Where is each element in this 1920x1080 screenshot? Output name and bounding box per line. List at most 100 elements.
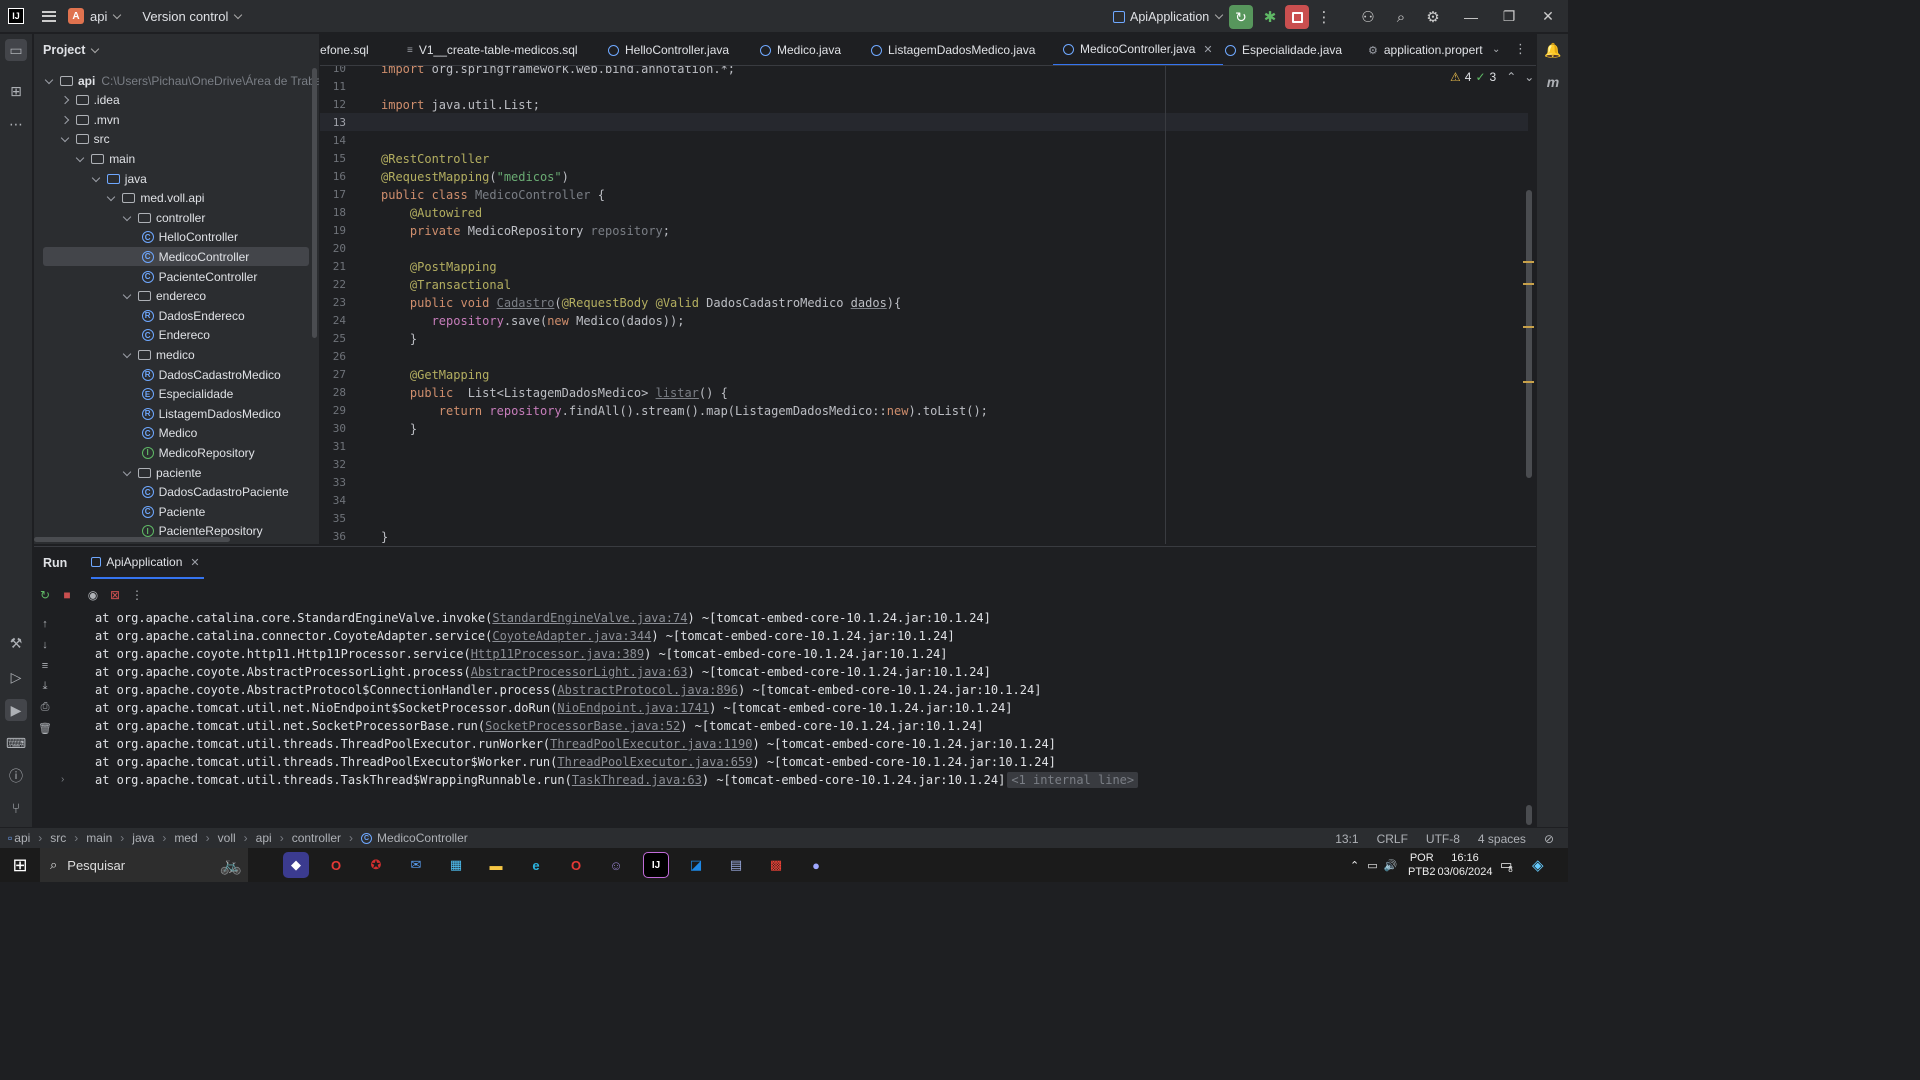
code-line[interactable]: public List<ListagemDadosMedico> listar(… bbox=[381, 386, 728, 400]
git-icon[interactable]: ⑂ bbox=[5, 797, 27, 819]
services-icon[interactable]: ▷ bbox=[5, 666, 27, 688]
intellij-app-icon[interactable]: IJ bbox=[643, 852, 669, 878]
internal-lines-fold[interactable]: <1 internal line> bbox=[1007, 772, 1139, 788]
close-window-button[interactable]: ✕ bbox=[1529, 0, 1567, 33]
tree-item[interactable]: main bbox=[34, 149, 135, 168]
code-line[interactable]: public void Cadastro(@RequestBody @Valid… bbox=[381, 296, 901, 310]
chevron-right-icon[interactable] bbox=[62, 96, 70, 104]
tree-item[interactable]: R ListagemDadosMedico bbox=[34, 404, 281, 423]
project-folder-icon[interactable]: ▭ bbox=[5, 39, 27, 61]
copilot-app-icon[interactable]: ◆ bbox=[283, 852, 309, 878]
file-encoding[interactable]: UTF-8 bbox=[1426, 832, 1460, 846]
inspection-widget[interactable]: ⚠ 4 ✓ 3 ⌃ ⌄ bbox=[1450, 70, 1534, 84]
source-link[interactable]: AbstractProtocol.java:896 bbox=[557, 683, 738, 697]
tabs-more-icon[interactable]: ⋮ bbox=[1514, 41, 1527, 57]
tree-item[interactable]: R DadosEndereco bbox=[34, 306, 245, 325]
code-line[interactable]: import org.springframework.web.bind.anno… bbox=[381, 66, 735, 76]
source-link[interactable]: NioEndpoint.java:1741 bbox=[557, 701, 709, 715]
scroll-to-end-icon[interactable]: ⤓ bbox=[34, 676, 56, 697]
notepad-app-icon[interactable]: ▤ bbox=[723, 852, 749, 878]
warning-stripe-mark[interactable] bbox=[1523, 283, 1534, 285]
chevron-down-icon[interactable] bbox=[46, 77, 54, 85]
breadcrumb-item[interactable]: src bbox=[50, 831, 66, 845]
code-line[interactable]: private MedicoRepository repository; bbox=[381, 224, 670, 238]
run-tool-icon[interactable]: ▶ bbox=[5, 699, 27, 721]
eclipse-app-icon[interactable]: ● bbox=[803, 852, 829, 878]
next-highlight-icon[interactable]: ⌄ bbox=[1524, 70, 1534, 84]
source-link[interactable]: ThreadPoolExecutor.java:1190 bbox=[550, 737, 752, 751]
mail-app-icon[interactable]: ✉ bbox=[403, 852, 429, 878]
more-icon[interactable]: ⋮ bbox=[1313, 6, 1335, 28]
code-line[interactable]: @RestController bbox=[381, 152, 489, 166]
notification-center[interactable]: ▭ 8 bbox=[1500, 848, 1513, 882]
close-icon[interactable]: ✕ bbox=[190, 556, 199, 569]
intellij-logo-icon[interactable]: IJ bbox=[8, 8, 24, 24]
soft-wrap-icon[interactable]: ≡ bbox=[34, 655, 56, 676]
scroll-up-icon[interactable]: ↑ bbox=[34, 613, 56, 634]
main-menu-icon[interactable] bbox=[42, 10, 56, 22]
build-hammer-icon[interactable]: ⚒ bbox=[5, 632, 27, 654]
console-scrollbar[interactable] bbox=[1526, 805, 1532, 825]
warning-stripe-mark[interactable] bbox=[1523, 381, 1534, 383]
chevron-down-icon[interactable] bbox=[108, 194, 116, 202]
breadcrumb-item[interactable]: med bbox=[174, 831, 197, 845]
code-line[interactable]: return repository.findAll().stream().map… bbox=[381, 404, 988, 418]
tree-item[interactable]: src bbox=[34, 130, 110, 149]
tree-item[interactable]: paciente bbox=[34, 463, 201, 482]
code-line[interactable]: } bbox=[381, 530, 388, 544]
stop-icon[interactable]: ■ bbox=[56, 584, 78, 606]
code-line[interactable]: @GetMapping bbox=[381, 368, 489, 382]
exit-icon[interactable]: ⊠ bbox=[104, 584, 126, 606]
chevron-down-icon[interactable] bbox=[93, 175, 101, 183]
chevron-down-icon[interactable] bbox=[124, 469, 132, 477]
editor-tab[interactable]: HelloController.java bbox=[608, 34, 729, 65]
debug-button[interactable]: ✱ bbox=[1260, 5, 1280, 29]
tree-item[interactable]: med.voll.api bbox=[34, 189, 204, 208]
notifications-bell-icon[interactable]: 🔔 bbox=[1542, 39, 1564, 61]
copilot-tray-icon[interactable]: ◈ bbox=[1532, 848, 1544, 882]
breadcrumb-item[interactable]: MedicoController bbox=[377, 831, 468, 845]
caret-position[interactable]: 13:1 bbox=[1335, 832, 1358, 846]
chevron-down-icon[interactable] bbox=[124, 292, 132, 300]
minimize-button[interactable]: — bbox=[1452, 0, 1490, 33]
winrar-app-icon[interactable]: ▩ bbox=[763, 852, 789, 878]
code-line[interactable]: import java.util.List; bbox=[381, 98, 540, 112]
editor-tab[interactable]: Especialidade.java bbox=[1225, 34, 1342, 65]
close-icon[interactable]: ✕ bbox=[1203, 43, 1212, 56]
chevron-down-icon[interactable] bbox=[124, 214, 132, 222]
source-link[interactable]: CoyoteAdapter.java:344 bbox=[492, 629, 651, 643]
tree-item[interactable]: C PacienteController bbox=[34, 267, 257, 286]
tree-item[interactable]: C HelloController bbox=[34, 228, 238, 247]
scroll-down-icon[interactable]: ↓ bbox=[34, 634, 56, 655]
expand-chevron-icon[interactable]: › bbox=[61, 774, 64, 785]
code-line[interactable]: repository.save(new Medico(dados)); bbox=[381, 314, 685, 328]
file-explorer-icon[interactable]: ▬ bbox=[483, 852, 509, 878]
windows-start-icon[interactable]: ⊞ bbox=[0, 848, 40, 882]
tree-item[interactable]: E Especialidade bbox=[34, 385, 233, 404]
rerun-icon[interactable]: ↻ bbox=[34, 584, 56, 606]
restore-button[interactable]: ❐ bbox=[1490, 0, 1528, 33]
code-line[interactable]: @Transactional bbox=[381, 278, 511, 292]
editor-tab[interactable]: ListagemDadosMedico.java bbox=[871, 34, 1035, 65]
tree-item[interactable]: C Medico bbox=[34, 424, 197, 443]
breadcrumb-item[interactable]: voll bbox=[218, 831, 236, 845]
opera-gx-icon[interactable]: O bbox=[563, 852, 589, 878]
discord-app-icon[interactable]: ☺ bbox=[603, 852, 629, 878]
network-icon[interactable]: ▭ bbox=[1367, 859, 1377, 872]
tree-item[interactable]: controller bbox=[34, 208, 205, 227]
editor-tab[interactable]: Medico.java bbox=[760, 34, 841, 65]
editor-tab[interactable]: ≡ V1__create-table-medicos.sql bbox=[407, 34, 578, 65]
breadcrumb-item[interactable]: controller bbox=[292, 831, 341, 845]
project-hscrollbar[interactable] bbox=[34, 537, 230, 542]
store-app-icon[interactable]: ▦ bbox=[443, 852, 469, 878]
code-line[interactable]: @RequestMapping("medicos") bbox=[381, 170, 569, 184]
breadcrumb-item[interactable]: api bbox=[14, 831, 30, 845]
prev-highlight-icon[interactable]: ⌃ bbox=[1506, 70, 1516, 84]
breadcrumb-item[interactable]: java bbox=[132, 831, 154, 845]
problems-icon[interactable]: ⓘ bbox=[5, 765, 27, 787]
chevron-down-icon[interactable] bbox=[124, 351, 132, 359]
run-tab-apiapplication[interactable]: ApiApplication ✕ bbox=[91, 547, 204, 579]
indent-setting[interactable]: 4 spaces bbox=[1478, 832, 1526, 846]
chevron-right-icon[interactable] bbox=[62, 116, 70, 124]
editor-tab[interactable]: efone.sql bbox=[320, 34, 369, 65]
